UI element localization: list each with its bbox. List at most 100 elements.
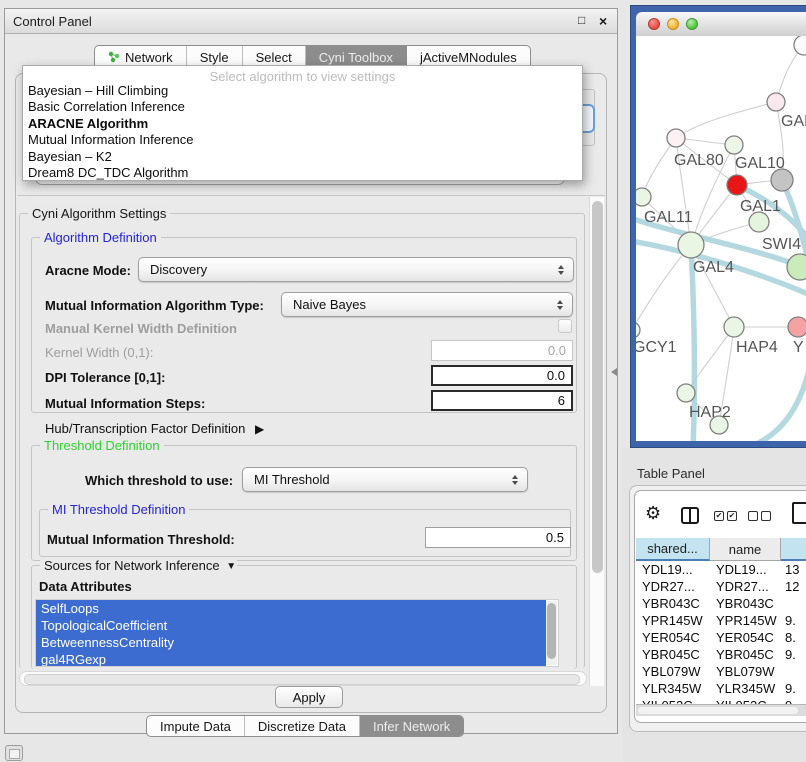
mi-threshold-value: 0.5 <box>546 530 564 545</box>
expanded-arrow-icon: ▼ <box>226 561 236 572</box>
column-layout-icon[interactable] <box>681 507 699 524</box>
kernel-width-label: Kernel Width (0,1): <box>45 345 153 360</box>
network-window-titlebar[interactable] <box>636 12 806 37</box>
node-gcy1[interactable] <box>636 322 640 338</box>
mi-threshold-field[interactable]: 0.5 <box>425 527 571 548</box>
which-threshold-value: MI Threshold <box>254 472 330 487</box>
node-gal4[interactable] <box>678 232 704 258</box>
attribute-item-selected[interactable]: TopologicalCoefficient <box>36 617 546 634</box>
settings-vertical-scroll-thumb[interactable] <box>592 201 603 573</box>
tab-impute-data[interactable]: Impute Data <box>147 716 245 736</box>
node-gal10[interactable] <box>725 136 743 154</box>
float-window-icon[interactable]: □ <box>578 13 585 27</box>
settings-horizontal-scroll-thumb[interactable] <box>24 674 580 685</box>
control-panel-titlebar[interactable]: Control Panel □ × <box>5 9 617 34</box>
table-settings-gear-icon[interactable]: ⚙ <box>645 504 661 522</box>
mi-steps-field[interactable]: 6 <box>431 390 573 411</box>
dpi-tolerance-field[interactable]: 0.0 <box>431 365 573 386</box>
cell-name: YDL19... <box>710 562 781 577</box>
checked-box-icon: ✔ <box>714 511 724 521</box>
panel-divider-arrow[interactable] <box>611 368 617 376</box>
close-traffic-light-icon[interactable] <box>648 18 660 30</box>
bottom-tabbar: Impute Data Discretize Data Infer Networ… <box>146 715 464 737</box>
column-header-shared[interactable]: shared... <box>636 538 710 561</box>
table-row[interactable]: YBR043CYBR043C <box>636 595 806 612</box>
sources-group-title[interactable]: Sources for Network Inference ▼ <box>40 558 237 573</box>
node-unlabeled-top[interactable] <box>794 36 806 55</box>
cell-shared: YBL079W <box>636 664 710 679</box>
cyni-settings-group-title: Cyni Algorithm Settings <box>28 206 170 221</box>
node-label: SWI4 <box>762 236 801 253</box>
algorithm-definition-title: Algorithm Definition <box>40 230 161 245</box>
settings-vertical-scrollbar[interactable] <box>589 197 604 686</box>
table-row[interactable]: YLR345WYLR345W9. <box>636 680 806 697</box>
attribute-item-selected[interactable]: SelfLoops <box>36 600 546 617</box>
tab-cyni-toolbox-label: Cyni Toolbox <box>319 50 393 65</box>
tab-discretize-data[interactable]: Discretize Data <box>245 716 360 736</box>
node-swi4[interactable] <box>749 212 769 232</box>
select-all-checkboxes-icon[interactable]: ✔ ✔ <box>714 511 737 521</box>
cell-name: YBR043C <box>710 596 781 611</box>
aracne-mode-combobox[interactable]: Discovery <box>138 257 574 282</box>
attribute-item-selected[interactable]: BetweennessCentrality <box>36 634 546 651</box>
tab-infer-network[interactable]: Infer Network <box>360 716 463 736</box>
table-row[interactable]: YDL19...YDL19...13 <box>636 561 806 578</box>
algorithm-option[interactable]: Bayesian – K2 <box>23 149 582 165</box>
node-hap4[interactable] <box>724 317 744 337</box>
combobox-arrows-icon <box>512 475 518 485</box>
network-canvas[interactable]: GAL GAL80 GAL10 GAL1 GAL11 SWI4 GAL4 GCY… <box>636 36 806 441</box>
node-bright-green[interactable] <box>787 254 806 280</box>
node-gray[interactable] <box>771 169 793 191</box>
table-row[interactable]: YBR045CYBR045C9. <box>636 646 806 663</box>
algorithm-option[interactable]: Bayesian – Hill Climbing <box>23 83 582 99</box>
algorithm-option[interactable]: Mutual Information Inference <box>23 132 582 148</box>
manual-kernel-checkbox[interactable] <box>558 319 572 333</box>
which-threshold-combobox[interactable]: MI Threshold <box>242 467 528 492</box>
node-salmon[interactable] <box>788 317 806 337</box>
minimized-panel-icon[interactable] <box>5 745 23 761</box>
algorithm-option[interactable]: Basic Correlation Inference <box>23 99 582 115</box>
attribute-item-selected[interactable]: gal4RGexp <box>36 651 546 667</box>
minimize-traffic-light-icon[interactable] <box>667 18 679 30</box>
node-label: HAP4 <box>736 339 778 356</box>
column-header-partial[interactable] <box>781 538 806 561</box>
unchecked-box-icon <box>761 511 771 521</box>
table-row[interactable]: YER054CYER054C8. <box>636 629 806 646</box>
apply-button[interactable]: Apply <box>275 686 343 708</box>
node-gal-edge[interactable] <box>767 93 785 111</box>
tab-select-label: Select <box>256 50 292 65</box>
cell-name: YBL079W <box>710 664 781 679</box>
column-header-name[interactable]: name <box>710 538 781 561</box>
deselect-all-checkboxes-icon[interactable] <box>748 511 771 521</box>
node-gal1-selected[interactable] <box>727 175 747 195</box>
mi-type-value: Naive Bayes <box>293 297 366 312</box>
document-icon-partial[interactable] <box>792 502 806 524</box>
table-horizontal-scroll-thumb[interactable] <box>638 707 798 714</box>
algorithm-option[interactable]: Dream8 DC_TDC Algorithm <box>23 165 582 181</box>
attributes-scroll-thumb[interactable] <box>547 603 556 659</box>
close-window-icon[interactable]: × <box>599 13 607 29</box>
node-label: GAL <box>781 113 806 130</box>
node-label: GCY1 <box>636 339 677 356</box>
data-attributes-list: SelfLoops TopologicalCoefficient Between… <box>35 599 559 667</box>
attributes-list-scrollbar[interactable] <box>546 601 557 665</box>
hub-definition-label: Hub/Transcription Factor Definition <box>45 421 245 436</box>
node-gal11[interactable] <box>636 188 651 206</box>
mi-algorithm-type-combobox[interactable]: Naive Bayes <box>281 292 573 317</box>
table-horizontal-scrollbar[interactable] <box>636 704 806 716</box>
settings-horizontal-scrollbar[interactable] <box>19 671 587 686</box>
table-row-partial[interactable]: YIL052CYIL052C9 <box>636 697 806 704</box>
hub-definition-toggle[interactable]: Hub/Transcription Factor Definition ▶ <box>45 421 258 436</box>
table-row[interactable]: YBL079WYBL079W <box>636 663 806 680</box>
cell-shared: YDR27... <box>636 579 710 594</box>
node-hap2[interactable] <box>677 384 695 402</box>
column-divider-glyph <box>689 509 691 522</box>
algorithm-option-highlighted[interactable]: ARACNE Algorithm <box>23 116 582 132</box>
node-gal80[interactable] <box>667 129 685 147</box>
kernel-width-field[interactable]: 0.0 <box>431 340 573 361</box>
table-row[interactable]: YDR27...YDR27...12 <box>636 578 806 595</box>
cell-value: 9. <box>781 681 806 696</box>
table-row[interactable]: YPR145WYPR145W9. <box>636 612 806 629</box>
zoom-traffic-light-icon[interactable] <box>686 18 698 30</box>
data-attributes-label: Data Attributes <box>39 579 132 594</box>
